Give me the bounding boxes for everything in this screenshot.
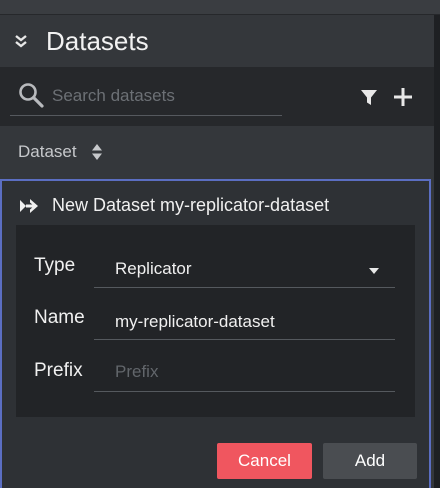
type-select-value: Replicator <box>115 259 192 278</box>
search-icon <box>19 83 44 108</box>
double-arrow-right-icon <box>20 199 38 213</box>
new-dataset-title: New Dataset my-replicator-dataset <box>52 195 330 215</box>
prefix-input[interactable] <box>115 358 375 386</box>
double-chevron-down-icon[interactable] <box>14 34 28 48</box>
name-input-value: my-replicator-dataset <box>115 312 275 331</box>
search-input[interactable] <box>52 83 282 109</box>
panel-header: Datasets <box>0 15 434 67</box>
datasets-panel: Datasets Dataset New Dataset my-replicat… <box>0 15 434 488</box>
caret-down-icon[interactable] <box>369 268 379 274</box>
column-label: Dataset <box>18 142 77 161</box>
prefix-underline <box>94 391 395 392</box>
cancel-button[interactable]: Cancel <box>217 443 312 479</box>
window-top-strip <box>0 0 440 15</box>
search-underline <box>10 115 282 116</box>
plus-icon[interactable] <box>393 87 413 107</box>
name-label: Name <box>34 307 85 328</box>
new-dataset-card: New Dataset my-replicator-dataset Type R… <box>0 179 431 488</box>
search-bar <box>0 67 434 126</box>
name-underline <box>94 339 395 340</box>
sort-icon[interactable] <box>91 143 103 161</box>
new-dataset-form: Type Replicator Name my-replicator-datas… <box>16 225 415 417</box>
panel-edge <box>434 15 440 488</box>
dataset-column-header[interactable]: Dataset <box>0 126 434 179</box>
panel-title: Datasets <box>46 26 149 56</box>
prefix-label: Prefix <box>34 360 83 381</box>
type-underline <box>94 287 395 288</box>
filter-icon[interactable] <box>360 89 378 107</box>
type-label: Type <box>34 255 76 276</box>
add-button[interactable]: Add <box>323 443 417 479</box>
